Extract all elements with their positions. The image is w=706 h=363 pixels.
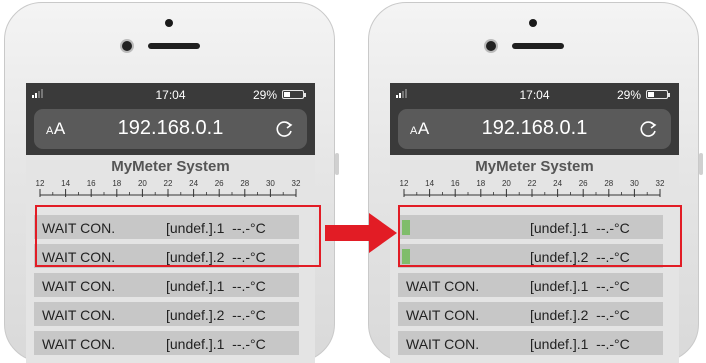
scale-tick-label: 20 — [138, 179, 147, 188]
side-button — [335, 153, 339, 175]
front-camera — [122, 41, 132, 51]
scale-tick-label: 22 — [164, 179, 173, 188]
temperature-scale: 12 14 16 18 20 22 24 26 28 30 32 — [36, 179, 301, 197]
address-bar[interactable]: AA 192.168.0.1 — [34, 109, 307, 149]
front-camera — [486, 41, 496, 51]
phone-frame-right: 17:04 29% AA 192.168.0.1 MyMeter System … — [368, 2, 703, 363]
sensor-status: WAIT CON. — [406, 307, 480, 323]
sensor-dot — [165, 19, 173, 27]
reload-icon[interactable] — [639, 119, 659, 139]
scale-tick-label: 26 — [215, 179, 224, 188]
scale-tick-label: 30 — [630, 179, 639, 188]
sensor-status: WAIT CON. — [42, 278, 116, 294]
scale-tick-label: 20 — [502, 179, 511, 188]
earpiece-speaker — [148, 43, 200, 49]
temperature-scale: 12 14 16 18 20 22 24 26 28 30 32 — [400, 179, 665, 197]
sensor-reading: [undef.].1 --.-°C — [530, 336, 630, 352]
arrow-right-icon — [325, 213, 397, 253]
scale-tick-label: 18 — [476, 179, 485, 188]
sensor-status: WAIT CON. — [406, 278, 480, 294]
sensor-reading: [undef.].1 --.-°C — [166, 336, 266, 352]
url-text[interactable]: 192.168.0.1 — [398, 117, 671, 140]
scale-tick-label: 22 — [528, 179, 537, 188]
scale-tick-label: 26 — [579, 179, 588, 188]
phone-frame-left: 17:04 29% AA 192.168.0.1 MyMeter System … — [4, 2, 339, 363]
battery-percentage: 29% — [252, 88, 277, 102]
scale-tick-label: 32 — [656, 179, 665, 188]
sensor-reading: [undef.].2 --.-°C — [530, 307, 630, 323]
earpiece-speaker — [512, 43, 564, 49]
scale-tick-label: 16 — [451, 179, 460, 188]
sensor-row[interactable]: WAIT CON. [undef.].2 --.-°C — [34, 302, 299, 326]
scale-tick-label: 16 — [87, 179, 96, 188]
sensor-row[interactable]: WAIT CON. [undef.].1 --.-°C — [34, 331, 299, 355]
sensor-status: WAIT CON. — [406, 336, 480, 352]
address-bar[interactable]: AA 192.168.0.1 — [398, 109, 671, 149]
scale-tick-label: 28 — [604, 179, 613, 188]
scale-tick-label: 14 — [61, 179, 70, 188]
sensor-reading: [undef.].2 --.-°C — [166, 307, 266, 323]
highlight-box-left — [35, 205, 321, 267]
scale-tick-label: 12 — [400, 179, 409, 188]
scale-tick-label: 30 — [266, 179, 275, 188]
scale-tick-label: 14 — [425, 179, 434, 188]
sensor-row[interactable]: WAIT CON. [undef.].2 --.-°C — [398, 302, 663, 326]
page-title: MyMeter System — [475, 158, 594, 175]
status-bar: 17:04 29% — [390, 83, 679, 105]
url-text[interactable]: 192.168.0.1 — [34, 117, 307, 140]
sensor-status: WAIT CON. — [42, 307, 116, 323]
battery-icon — [282, 90, 306, 99]
sensor-reading: [undef.].1 --.-°C — [530, 278, 630, 294]
sensor-dot — [529, 19, 537, 27]
highlight-box-right — [398, 205, 682, 267]
sensor-row[interactable]: WAIT CON. [undef.].1 --.-°C — [398, 273, 663, 297]
scale-tick-label: 32 — [292, 179, 301, 188]
sensor-reading: [undef.].1 --.-°C — [166, 278, 266, 294]
reload-icon[interactable] — [275, 119, 295, 139]
sensor-status: WAIT CON. — [42, 336, 116, 352]
sensor-row[interactable]: WAIT CON. [undef.].1 --.-°C — [398, 331, 663, 355]
page-title: MyMeter System — [111, 158, 230, 175]
battery-percentage: 29% — [616, 88, 641, 102]
sensor-row[interactable]: WAIT CON. [undef.].1 --.-°C — [34, 273, 299, 297]
battery-icon — [646, 90, 670, 99]
side-button — [699, 153, 703, 175]
scale-tick-label: 12 — [36, 179, 45, 188]
scale-tick-label: 24 — [553, 179, 562, 188]
scale-tick-label: 18 — [112, 179, 121, 188]
scale-tick-label: 28 — [240, 179, 249, 188]
scale-tick-label: 24 — [189, 179, 198, 188]
status-bar: 17:04 29% — [26, 83, 315, 105]
